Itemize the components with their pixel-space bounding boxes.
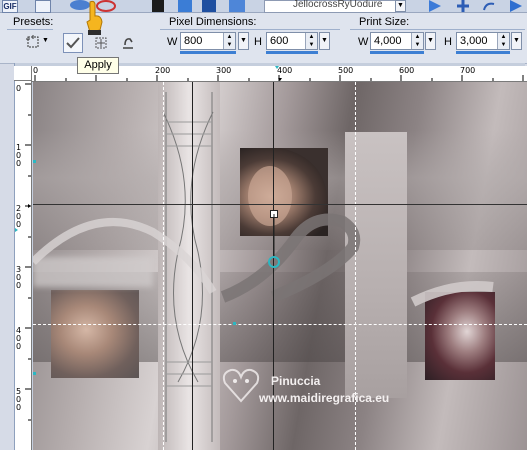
pixel-group-line — [160, 29, 340, 30]
heart-logo-icon — [222, 368, 260, 403]
pixel-height-slider[interactable] — [266, 51, 318, 54]
ruler-corner — [14, 66, 32, 81]
pixel-width-prefix: W — [167, 36, 178, 48]
v-tick-label: 100 — [16, 143, 22, 168]
cyan-marker — [233, 322, 236, 325]
guide-line[interactable] — [163, 82, 164, 450]
top-toolbar: GIF JellocrossRyUodure ▼ — [0, 0, 527, 13]
v-tick-label: 200 — [16, 204, 22, 229]
pixel-height-spinner[interactable]: ▲ ▼ — [305, 33, 317, 49]
print-width-prefix: W — [358, 36, 369, 48]
position-marker-h — [33, 204, 527, 205]
h-tick-label: 500 — [338, 66, 354, 75]
apply-button[interactable] — [63, 33, 83, 53]
print-height-field[interactable]: 3,000 ▲ ▼ — [456, 32, 510, 50]
print-size-label: Print Size: — [359, 16, 410, 28]
position-marker-v — [192, 82, 193, 450]
h-tick-label: 300 — [216, 66, 232, 75]
redo-icon[interactable] — [482, 0, 498, 12]
pixel-dimensions-label: Pixel Dimensions: — [169, 16, 257, 28]
image-icon[interactable] — [35, 0, 51, 13]
move-icon[interactable] — [455, 0, 471, 12]
vertical-ruler[interactable]: 0 100 200 300 400 500 — [15, 81, 32, 450]
v-tick-label: 400 — [16, 326, 22, 351]
color-icon[interactable] — [178, 0, 192, 12]
print-height-prefix: H — [444, 36, 452, 48]
print-width-value: 4,000 — [374, 35, 402, 47]
paint-icon[interactable] — [202, 0, 216, 12]
preset-name-dropdown[interactable]: ▼ — [395, 0, 406, 12]
guide-line[interactable] — [33, 324, 527, 325]
cyan-marker — [33, 372, 36, 375]
pixel-width-value: 800 — [184, 35, 203, 47]
h-tick-label: 200 — [155, 66, 171, 75]
presets-dropdown-arrow[interactable]: ▼ — [42, 37, 49, 44]
layer-icon[interactable] — [152, 0, 164, 12]
presets-label: Presets: — [13, 16, 54, 28]
gif-icon[interactable]: GIF — [2, 0, 18, 13]
preset-name-text: JellocrossRyUodure — [293, 0, 383, 10]
watermark-url: www.maidiregrafica.eu — [259, 391, 390, 405]
h-tick-label: 0 — [33, 66, 39, 75]
pixel-width-slider[interactable] — [180, 51, 236, 54]
node-connector — [268, 214, 280, 268]
save-preset-button[interactable] — [118, 33, 138, 53]
v-tick-label: 500 — [16, 387, 22, 412]
watermark-name: Pinuccia — [271, 374, 321, 388]
pixel-width-field[interactable]: 800 ▲ ▼ — [180, 32, 236, 50]
cyan-marker — [33, 160, 36, 163]
print-height-dropdown[interactable]: ▼ — [511, 32, 522, 50]
presets-button[interactable] — [24, 32, 44, 52]
print-width-spinner[interactable]: ▲ ▼ — [411, 33, 423, 49]
pixel-height-prefix: H — [254, 36, 262, 48]
print-height-value: 3,000 — [460, 35, 488, 47]
print-height-slider[interactable] — [456, 51, 510, 54]
pixel-height-dropdown[interactable]: ▼ — [319, 32, 330, 50]
print-group-line — [350, 29, 525, 30]
pixel-width-spinner[interactable]: ▲ ▼ — [223, 33, 235, 49]
pixel-height-value: 600 — [270, 35, 289, 47]
print-width-field[interactable]: 4,000 ▲ ▼ — [370, 32, 424, 50]
v-tick-label: 0 — [16, 84, 22, 93]
print-width-dropdown[interactable]: ▼ — [425, 32, 436, 50]
h-tick-label: 400 — [277, 66, 293, 75]
help-icon[interactable] — [508, 0, 524, 12]
pixel-height-field[interactable]: 600 ▲ ▼ — [266, 32, 318, 50]
h-tick-label: 700 — [460, 66, 476, 75]
window-icon[interactable] — [229, 0, 245, 12]
h-tick-label: 600 — [399, 66, 415, 75]
pixel-width-dropdown[interactable]: ▼ — [238, 32, 249, 50]
preset-name-field[interactable]: JellocrossRyUodure — [264, 0, 396, 13]
v-tick-label: 300 — [16, 265, 22, 290]
print-width-slider[interactable] — [370, 51, 424, 54]
print-height-spinner[interactable]: ▲ ▼ — [497, 33, 509, 49]
image-canvas[interactable]: Pinuccia www.maidiregrafica.eu — [33, 82, 527, 450]
presets-group-line — [7, 29, 53, 30]
play-icon[interactable] — [427, 0, 443, 12]
pointing-hand-icon — [82, 0, 106, 36]
apply-tooltip: Apply — [77, 57, 119, 74]
